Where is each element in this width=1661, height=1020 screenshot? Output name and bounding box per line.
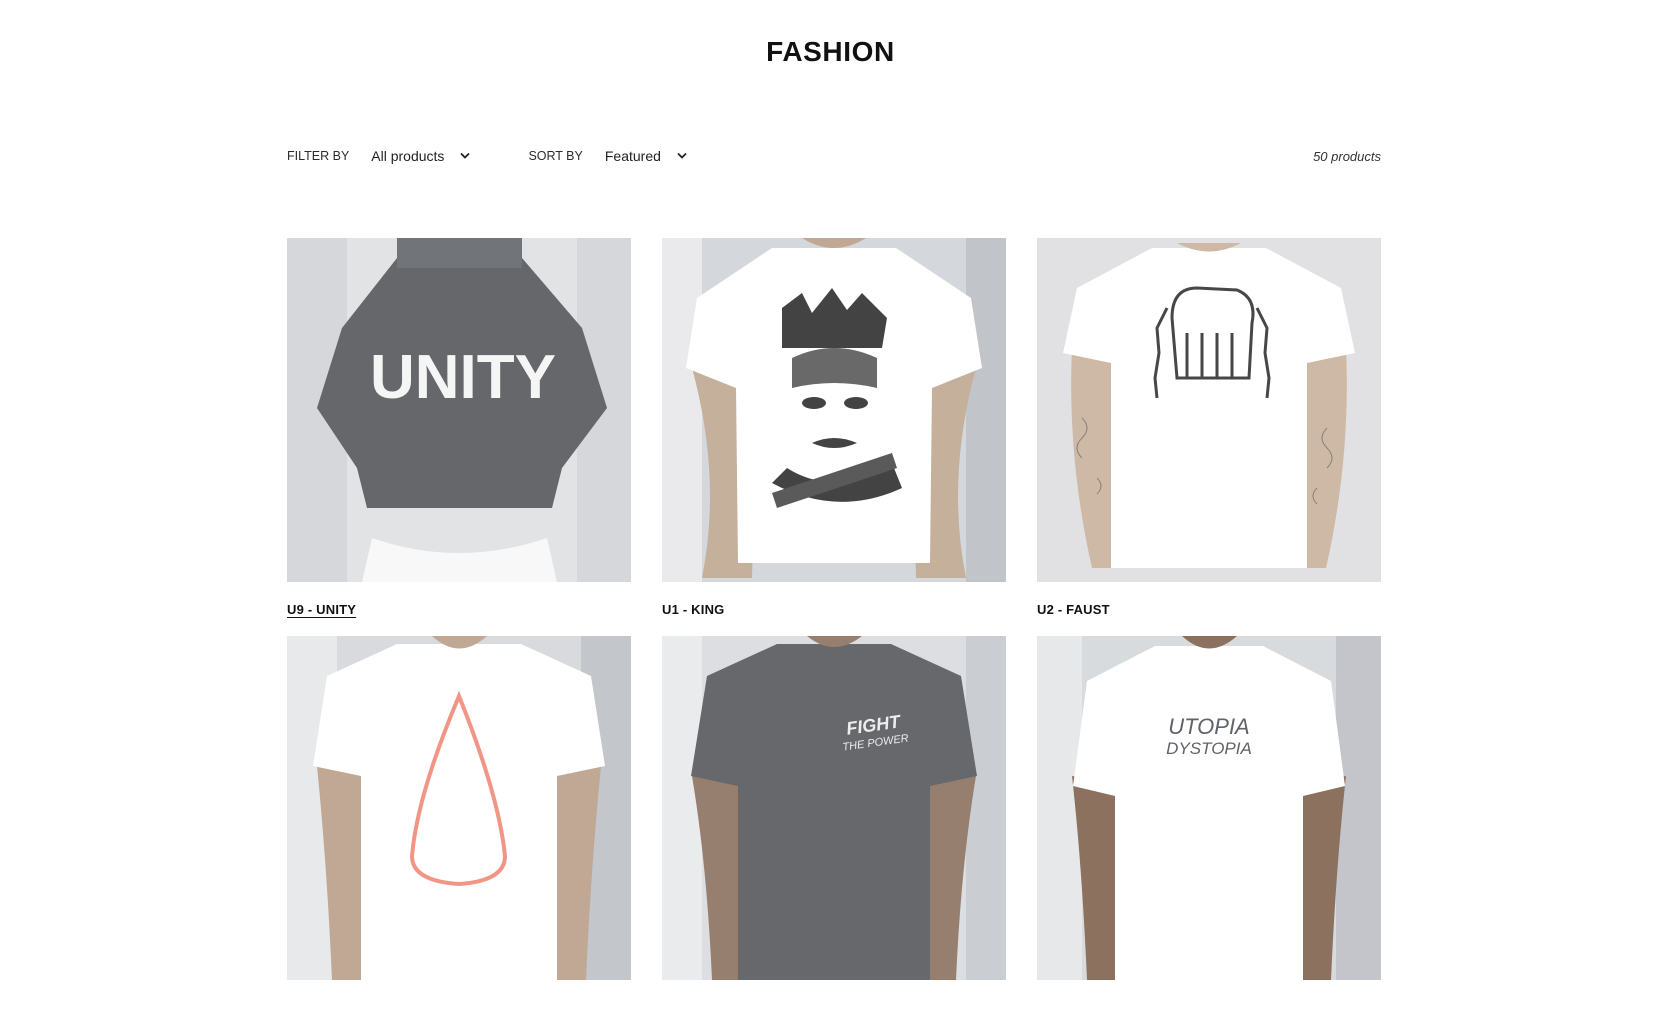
product-card[interactable]: U1 - KING bbox=[662, 238, 1006, 622]
sort-select-value: Featured bbox=[604, 148, 661, 164]
product-grid: UNITY U9 - UNITY U1 - KING U2 - FAUST FI… bbox=[287, 238, 1381, 1020]
product-count: 50 products bbox=[1313, 148, 1381, 164]
product-image[interactable]: FIGHT THE POWER bbox=[662, 636, 1006, 980]
collection-page: FASHION FILTER BY All products SORT BY F… bbox=[0, 0, 1661, 980]
page-title: FASHION bbox=[766, 36, 895, 67]
chevron-down-icon bbox=[677, 152, 687, 159]
collection-toolbar: FILTER BY All products SORT BY Featured … bbox=[287, 145, 1381, 167]
filter-select[interactable]: All products bbox=[371, 148, 472, 164]
product-card[interactable]: UTOPIA DYSTOPIA bbox=[1037, 636, 1381, 1020]
product-title[interactable] bbox=[1037, 1000, 1381, 1020]
product-image[interactable]: UTOPIA DYSTOPIA bbox=[1037, 636, 1381, 980]
chevron-down-icon bbox=[460, 152, 471, 159]
product-title[interactable]: U9 - UNITY bbox=[287, 602, 631, 622]
filter-label: FILTER BY bbox=[287, 149, 350, 163]
product-title[interactable] bbox=[287, 1000, 631, 1020]
product-card[interactable]: U2 - FAUST bbox=[1037, 238, 1381, 622]
product-image[interactable]: UNITY bbox=[287, 238, 631, 582]
product-card[interactable] bbox=[287, 636, 631, 1020]
filter-select-value: All products bbox=[371, 148, 445, 164]
sort-label: SORT BY bbox=[528, 149, 583, 163]
product-card[interactable]: UNITY U9 - UNITY bbox=[287, 238, 631, 622]
sort-select[interactable]: Featured bbox=[605, 148, 689, 164]
product-title[interactable]: U1 - KING bbox=[662, 602, 1006, 622]
product-title[interactable] bbox=[662, 1000, 1006, 1020]
product-image[interactable] bbox=[1037, 238, 1381, 582]
product-card[interactable]: FIGHT THE POWER bbox=[662, 636, 1006, 1020]
product-image[interactable] bbox=[662, 238, 1006, 582]
product-title[interactable]: U2 - FAUST bbox=[1037, 602, 1381, 622]
product-image[interactable] bbox=[287, 636, 631, 980]
